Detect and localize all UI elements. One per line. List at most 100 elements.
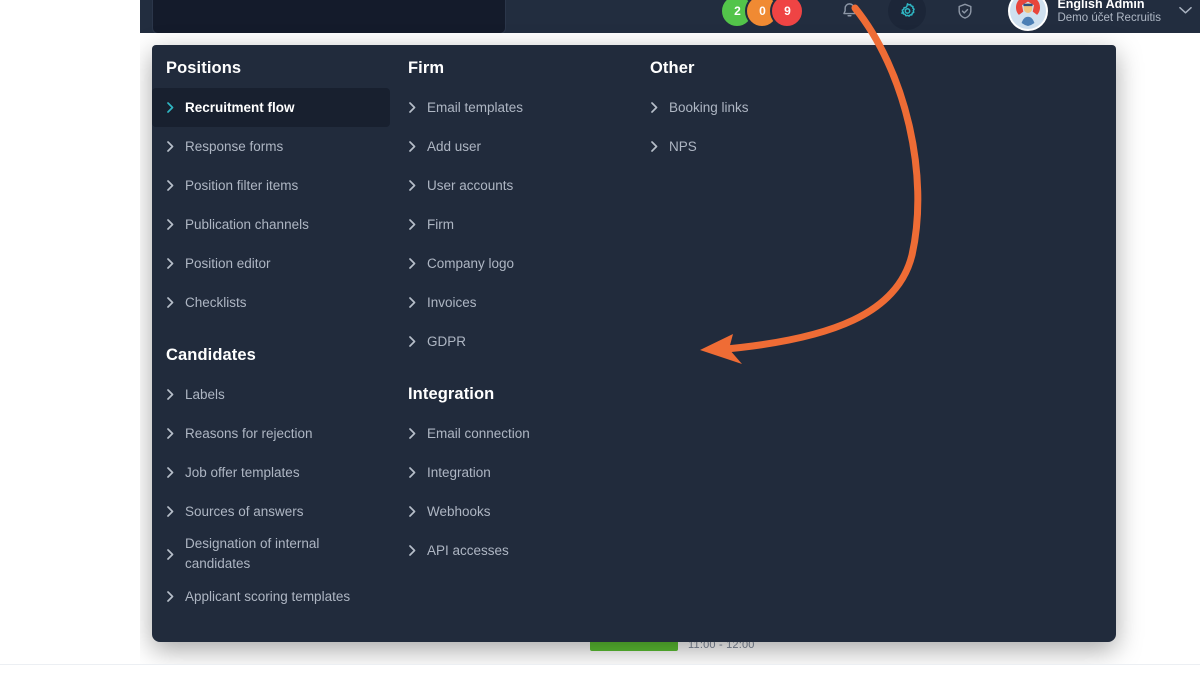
bell-icon <box>843 3 856 17</box>
menu-item-checklists[interactable]: Checklists <box>152 283 390 322</box>
menu-item-api-accesses[interactable]: API accesses <box>394 531 624 570</box>
menu-item-label: Reasons for rejection <box>185 426 313 441</box>
menu-item-nps[interactable]: NPS <box>636 127 866 166</box>
menu-item-gdpr[interactable]: GDPR <box>394 322 624 361</box>
menu-item-label: Response forms <box>185 139 284 154</box>
section-title-firm: Firm <box>408 59 445 77</box>
chevron-right-icon <box>166 505 175 518</box>
section-title-integration: Integration <box>408 385 495 403</box>
menu-item-webhooks[interactable]: Webhooks <box>394 492 624 531</box>
user-menu-chevron[interactable] <box>1179 2 1192 20</box>
menu-item-label: Checklists <box>185 295 247 310</box>
menu-item-label: Webhooks <box>427 504 491 519</box>
user-account: Demo účet Recruitis <box>1057 11 1161 24</box>
chevron-right-icon <box>408 101 417 114</box>
menu-item-label: User accounts <box>427 178 514 193</box>
menu-item-labels[interactable]: Labels <box>152 375 390 414</box>
chevron-right-icon <box>408 218 417 231</box>
chevron-right-icon <box>408 505 417 518</box>
menu-item-label: NPS <box>669 139 697 154</box>
menu-item-label: API accesses <box>427 543 509 558</box>
chevron-right-icon <box>408 466 417 479</box>
global-search-input[interactable] <box>152 0 506 34</box>
chevron-right-icon <box>166 140 175 153</box>
section-title-candidates: Candidates <box>166 346 256 364</box>
menu-item-label: Position editor <box>185 256 271 271</box>
chevron-right-icon <box>166 101 175 114</box>
settings-button[interactable] <box>888 0 927 30</box>
menu-item-label: Sources of answers <box>185 504 304 519</box>
menu-item-firm[interactable]: Firm <box>394 205 624 244</box>
menu-item-company-logo[interactable]: Company logo <box>394 244 624 283</box>
chevron-right-icon <box>408 257 417 270</box>
menu-item-email-connection[interactable]: Email connection <box>394 414 624 453</box>
chevron-right-icon <box>408 427 417 440</box>
counter-badges: 2 0 9 <box>720 0 805 28</box>
menu-item-label: Company logo <box>427 256 515 271</box>
menu-item-label: Firm <box>427 217 454 232</box>
menu-item-label: Add user <box>427 139 482 154</box>
gear-icon <box>901 2 915 17</box>
menu-item-position-editor[interactable]: Position editor <box>152 244 390 283</box>
chevron-right-icon <box>166 179 175 192</box>
chevron-right-icon <box>166 296 175 309</box>
menu-item-add-user[interactable]: Add user <box>394 127 624 166</box>
menu-item-label: Booking links <box>669 100 749 115</box>
chevron-right-icon <box>408 544 417 557</box>
chevron-down-icon <box>1179 6 1192 14</box>
firm-column: Firm Email templates Add user User accou… <box>394 59 626 570</box>
chevron-right-icon <box>650 140 659 153</box>
security-button[interactable] <box>946 0 984 30</box>
menu-item-label: Job offer templates <box>185 465 300 480</box>
chevron-right-icon <box>166 257 175 270</box>
menu-item-label: GDPR <box>427 334 467 349</box>
menu-item-integration[interactable]: Integration <box>394 453 624 492</box>
notifications-button[interactable] <box>830 0 868 30</box>
user-text: English Admin Demo účet Recruitis <box>1057 0 1161 25</box>
user-name: English Admin <box>1057 0 1145 12</box>
chevron-right-icon <box>166 218 175 231</box>
menu-item-job-offer-templates[interactable]: Job offer templates <box>152 453 390 492</box>
shield-check-icon <box>958 3 972 19</box>
menu-item-label: Email templates <box>427 100 524 115</box>
menu-item-label: Position filter items <box>185 178 299 193</box>
menu-item-sources-of-answers[interactable]: Sources of answers <box>152 492 390 531</box>
menu-item-email-templates[interactable]: Email templates <box>394 88 624 127</box>
badge-red[interactable]: 9 <box>770 0 805 28</box>
section-title-other: Other <box>650 59 695 77</box>
menu-item-label: Invoices <box>427 295 477 310</box>
user-menu[interactable]: English Admin Demo účet Recruitis <box>1008 0 1192 31</box>
chevron-right-icon <box>408 179 417 192</box>
chevron-right-icon <box>408 296 417 309</box>
menu-item-user-accounts[interactable]: User accounts <box>394 166 624 205</box>
menu-item-label: Applicant scoring templates <box>185 589 351 604</box>
settings-mega-menu: Positions Recruitment flow Response form… <box>152 45 1116 642</box>
avatar-image <box>1010 0 1047 29</box>
menu-item-label: Integration <box>427 465 491 480</box>
menu-item-booking-links[interactable]: Booking links <box>636 88 866 127</box>
menu-item-recruitment-flow[interactable]: Recruitment flow <box>152 88 390 127</box>
page-left-margin <box>0 0 140 672</box>
chevron-right-icon <box>408 335 417 348</box>
menu-item-label: Recruitment flow <box>185 100 295 115</box>
menu-item-position-filter-items[interactable]: Position filter items <box>152 166 390 205</box>
menu-item-reasons-for-rejection[interactable]: Reasons for rejection <box>152 414 390 453</box>
chevron-right-icon <box>166 466 175 479</box>
positions-column: Positions Recruitment flow Response form… <box>152 59 404 616</box>
menu-item-designation-of-internal-candidates[interactable]: Designation of internal candidates <box>152 531 390 577</box>
menu-item-label: Labels <box>185 387 225 402</box>
header-right-cluster: 2 0 9 English Admin Demo účet Recruitis <box>720 0 1192 34</box>
menu-item-response-forms[interactable]: Response forms <box>152 127 390 166</box>
menu-item-label: Email connection <box>427 426 530 441</box>
menu-item-publication-channels[interactable]: Publication channels <box>152 205 390 244</box>
menu-item-applicant-scoring-templates[interactable]: Applicant scoring templates <box>152 577 390 616</box>
menu-columns: Positions Recruitment flow Response form… <box>152 45 1116 642</box>
menu-item-invoices[interactable]: Invoices <box>394 283 624 322</box>
chevron-right-icon <box>166 427 175 440</box>
chevron-right-icon <box>166 388 175 401</box>
other-column: Other Booking links NPS <box>636 59 886 166</box>
section-title-positions: Positions <box>166 59 242 77</box>
chevron-right-icon <box>166 548 175 561</box>
chevron-right-icon <box>650 101 659 114</box>
